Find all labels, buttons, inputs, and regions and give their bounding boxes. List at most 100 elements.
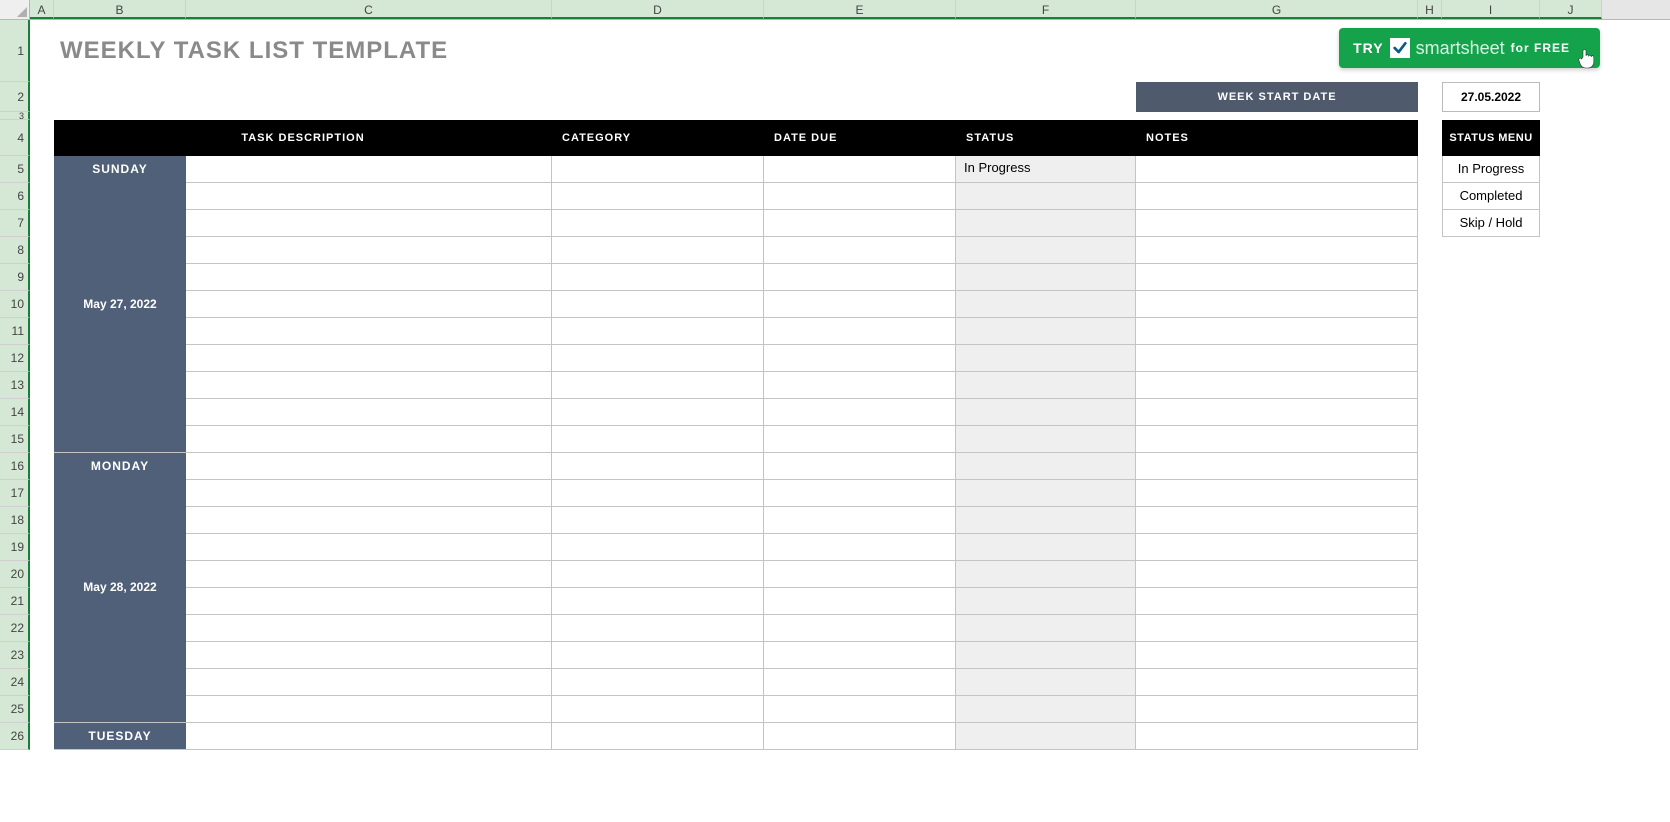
notes-cell[interactable]	[1136, 561, 1418, 588]
task-desc-cell[interactable]	[186, 318, 552, 345]
date-due-cell[interactable]	[764, 345, 956, 372]
task-desc-cell[interactable]	[186, 642, 552, 669]
row-15-header[interactable]: 15	[0, 426, 30, 453]
col-B-header[interactable]: B	[54, 0, 186, 19]
col-H-header[interactable]: H	[1418, 0, 1442, 19]
date-due-cell[interactable]	[764, 696, 956, 723]
status-cell[interactable]	[956, 426, 1136, 453]
col-E-header[interactable]: E	[764, 0, 956, 19]
category-cell[interactable]	[552, 696, 764, 723]
date-due-cell[interactable]	[764, 561, 956, 588]
week-start-date[interactable]: 27.05.2022	[1442, 82, 1540, 112]
task-desc-cell[interactable]	[186, 291, 552, 318]
notes-cell[interactable]	[1136, 399, 1418, 426]
category-cell[interactable]	[552, 615, 764, 642]
row-22-header[interactable]: 22	[0, 615, 30, 642]
col-G-header[interactable]: G	[1136, 0, 1418, 19]
date-due-cell[interactable]	[764, 291, 956, 318]
status-cell[interactable]	[956, 453, 1136, 480]
notes-cell[interactable]	[1136, 318, 1418, 345]
status-cell[interactable]	[956, 669, 1136, 696]
col-C-header[interactable]: C	[186, 0, 552, 19]
category-cell[interactable]	[552, 588, 764, 615]
notes-cell[interactable]	[1136, 534, 1418, 561]
status-cell[interactable]	[956, 372, 1136, 399]
status-menu-item[interactable]: In Progress	[1442, 156, 1540, 183]
notes-cell[interactable]	[1136, 345, 1418, 372]
task-desc-cell[interactable]	[186, 534, 552, 561]
task-desc-cell[interactable]	[186, 426, 552, 453]
status-cell[interactable]	[956, 237, 1136, 264]
task-desc-cell[interactable]	[186, 264, 552, 291]
status-cell[interactable]	[956, 642, 1136, 669]
status-cell[interactable]	[956, 183, 1136, 210]
notes-cell[interactable]	[1136, 426, 1418, 453]
category-cell[interactable]	[552, 480, 764, 507]
status-cell[interactable]	[956, 210, 1136, 237]
category-cell[interactable]	[552, 345, 764, 372]
date-due-cell[interactable]	[764, 642, 956, 669]
status-cell[interactable]	[956, 534, 1136, 561]
status-cell[interactable]	[956, 696, 1136, 723]
task-desc-cell[interactable]	[186, 210, 552, 237]
task-desc-cell[interactable]	[186, 237, 552, 264]
notes-cell[interactable]	[1136, 237, 1418, 264]
row-3-header[interactable]: 3	[0, 112, 30, 120]
row-20-header[interactable]: 20	[0, 561, 30, 588]
date-due-cell[interactable]	[764, 156, 956, 183]
row-19-header[interactable]: 19	[0, 534, 30, 561]
row-26-header[interactable]: 26	[0, 723, 30, 750]
date-due-cell[interactable]	[764, 534, 956, 561]
date-due-cell[interactable]	[764, 318, 956, 345]
status-menu-item[interactable]: Skip / Hold	[1442, 210, 1540, 237]
category-cell[interactable]	[552, 453, 764, 480]
notes-cell[interactable]	[1136, 156, 1418, 183]
date-due-cell[interactable]	[764, 453, 956, 480]
select-all-corner[interactable]	[0, 0, 30, 20]
status-menu-item[interactable]: Completed	[1442, 183, 1540, 210]
category-cell[interactable]	[552, 210, 764, 237]
date-due-cell[interactable]	[764, 237, 956, 264]
notes-cell[interactable]	[1136, 372, 1418, 399]
notes-cell[interactable]	[1136, 588, 1418, 615]
row-10-header[interactable]: 10	[0, 291, 30, 318]
status-cell[interactable]: In Progress	[956, 156, 1136, 183]
notes-cell[interactable]	[1136, 183, 1418, 210]
task-desc-cell[interactable]	[186, 615, 552, 642]
category-cell[interactable]	[552, 507, 764, 534]
task-desc-cell[interactable]	[186, 561, 552, 588]
row-6-header[interactable]: 6	[0, 183, 30, 210]
notes-cell[interactable]	[1136, 615, 1418, 642]
status-cell[interactable]	[956, 318, 1136, 345]
category-cell[interactable]	[552, 534, 764, 561]
date-due-cell[interactable]	[764, 615, 956, 642]
task-desc-cell[interactable]	[186, 696, 552, 723]
category-cell[interactable]	[552, 264, 764, 291]
row-17-header[interactable]: 17	[0, 480, 30, 507]
row-16-header[interactable]: 16	[0, 453, 30, 480]
row-25-header[interactable]: 25	[0, 696, 30, 723]
col-J-header[interactable]: J	[1540, 0, 1602, 19]
task-desc-cell[interactable]	[186, 183, 552, 210]
date-due-cell[interactable]	[764, 669, 956, 696]
task-desc-cell[interactable]	[186, 345, 552, 372]
date-due-cell[interactable]	[764, 507, 956, 534]
category-cell[interactable]	[552, 183, 764, 210]
date-due-cell[interactable]	[764, 480, 956, 507]
date-due-cell[interactable]	[764, 264, 956, 291]
row-24-header[interactable]: 24	[0, 669, 30, 696]
row-4-header[interactable]: 4	[0, 120, 30, 156]
date-due-cell[interactable]	[764, 183, 956, 210]
status-cell[interactable]	[956, 561, 1136, 588]
task-desc-cell[interactable]	[186, 372, 552, 399]
date-due-cell[interactable]	[764, 588, 956, 615]
category-cell[interactable]	[552, 669, 764, 696]
row-21-header[interactable]: 21	[0, 588, 30, 615]
row-1-header[interactable]: 1	[0, 20, 30, 82]
status-cell[interactable]	[956, 480, 1136, 507]
category-cell[interactable]	[552, 291, 764, 318]
col-F-header[interactable]: F	[956, 0, 1136, 19]
row-11-header[interactable]: 11	[0, 318, 30, 345]
col-I-header[interactable]: I	[1442, 0, 1540, 19]
status-cell[interactable]	[956, 291, 1136, 318]
